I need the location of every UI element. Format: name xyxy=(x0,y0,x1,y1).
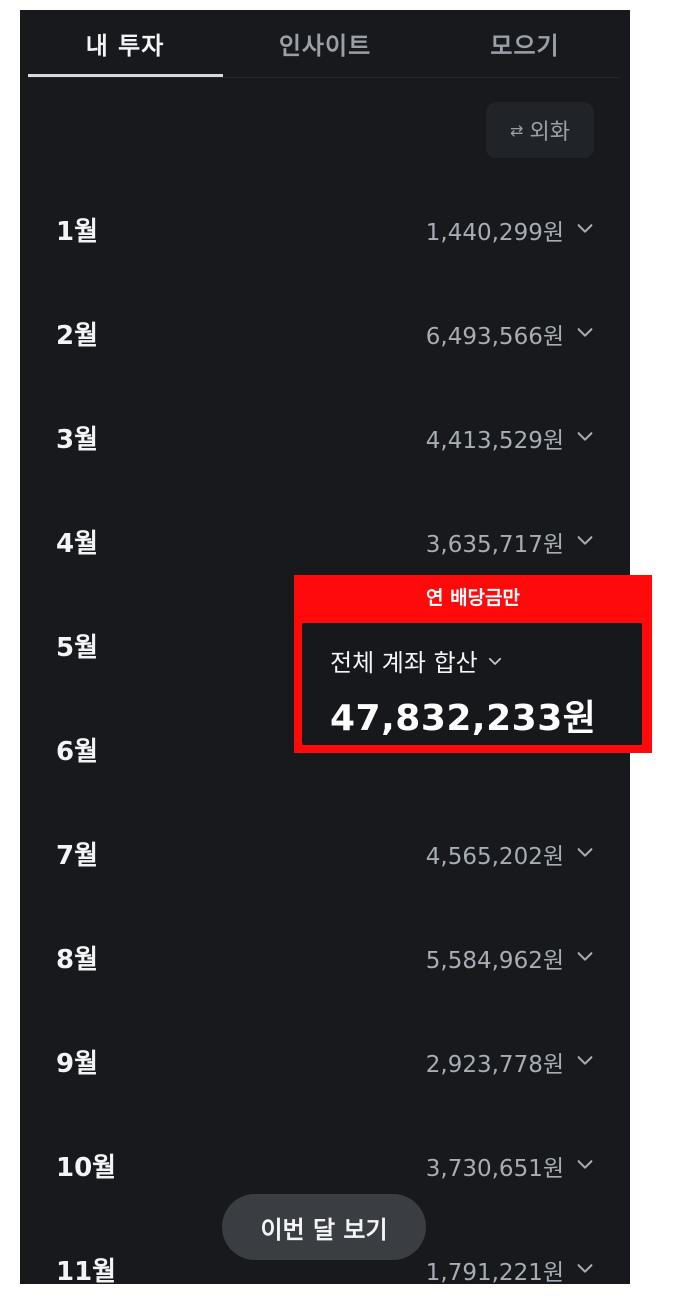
month-label: 7월 xyxy=(56,841,99,871)
month-label: 5월 xyxy=(56,633,99,663)
month-amount: 5,584,962원 xyxy=(425,948,564,974)
month-label: 11월 xyxy=(56,1257,117,1284)
month-label: 10월 xyxy=(56,1153,117,1183)
tab-insight[interactable]: 인사이트 xyxy=(225,26,425,61)
month-row[interactable]: 9월 2,923,778원 xyxy=(20,1035,630,1095)
swap-arrows-icon: ⇄ xyxy=(510,120,524,140)
foreign-currency-label: 외화 xyxy=(529,120,570,145)
month-amount: 2,923,778원 xyxy=(425,1052,564,1078)
tab-divider xyxy=(28,77,620,78)
month-label: 4월 xyxy=(56,529,99,559)
month-amount: 1,791,221원 xyxy=(425,1260,564,1284)
total-dividend-amount: 47,832,233원 xyxy=(330,698,597,739)
chevron-down-icon[interactable] xyxy=(574,945,596,967)
month-amount: 4,413,529원 xyxy=(425,428,564,454)
month-row[interactable]: 2월 6,493,566원 xyxy=(20,307,630,367)
chevron-down-icon[interactable] xyxy=(574,529,596,551)
month-amount: 6,493,566원 xyxy=(425,324,564,350)
month-row[interactable]: 8월 5,584,962원 xyxy=(20,931,630,991)
month-label: 6월 xyxy=(56,737,99,767)
month-label: 2월 xyxy=(56,321,99,351)
annual-dividend-highlight: 연 배당금만 전체 계좌 합산 47,832,233원 xyxy=(294,575,652,753)
month-amount: 1,440,299원 xyxy=(425,220,564,246)
chevron-down-icon[interactable] xyxy=(574,1049,596,1071)
month-row[interactable]: 10월 3,730,651원 xyxy=(20,1139,630,1199)
month-amount: 3,730,651원 xyxy=(425,1156,564,1182)
tab-collect[interactable]: 모으기 xyxy=(425,26,625,61)
chevron-down-icon[interactable] xyxy=(574,425,596,447)
month-row[interactable]: 1월 1,440,299원 xyxy=(20,203,630,263)
total-summary-card[interactable]: 전체 계좌 합산 47,832,233원 xyxy=(302,623,642,745)
tab-bar: 내 투자 인사이트 모으기 xyxy=(20,10,630,78)
month-row[interactable]: 3월 4,413,529원 xyxy=(20,411,630,471)
month-amount: 4,565,202원 xyxy=(425,844,564,870)
chevron-down-icon[interactable] xyxy=(574,321,596,343)
annual-dividend-caption: 연 배당금만 xyxy=(425,587,520,609)
month-amount: 3,635,717원 xyxy=(425,532,564,558)
account-scope-label: 전체 계좌 합산 xyxy=(330,649,478,677)
month-row[interactable]: 7월 4,565,202원 xyxy=(20,827,630,887)
view-this-month-button[interactable]: 이번 달 보기 xyxy=(222,1194,426,1260)
month-label: 8월 xyxy=(56,945,99,975)
month-label: 3월 xyxy=(56,425,99,455)
month-label: 9월 xyxy=(56,1049,99,1079)
account-scope-selector[interactable]: 전체 계좌 합산 xyxy=(330,643,504,678)
chevron-down-icon xyxy=(488,657,501,665)
tab-my-investment[interactable]: 내 투자 xyxy=(25,26,225,61)
chevron-down-icon[interactable] xyxy=(574,1257,596,1279)
month-row[interactable]: 4월 3,635,717원 xyxy=(20,515,630,575)
foreign-currency-button[interactable]: ⇄ 외화 xyxy=(486,102,594,158)
chevron-down-icon[interactable] xyxy=(574,841,596,863)
chevron-down-icon[interactable] xyxy=(574,217,596,239)
month-label: 1월 xyxy=(56,217,99,247)
chevron-down-icon[interactable] xyxy=(574,1153,596,1175)
